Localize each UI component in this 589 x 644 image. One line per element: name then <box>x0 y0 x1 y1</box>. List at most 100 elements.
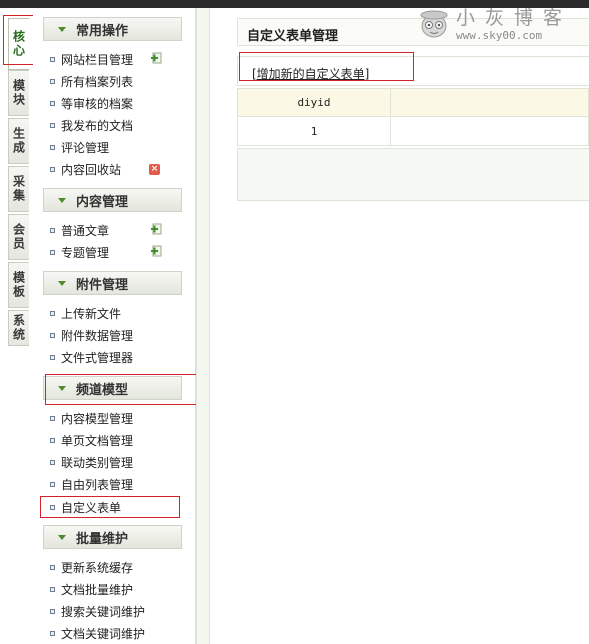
bullet-icon <box>50 630 55 636</box>
left-tab-strip: 核心 模块 生成 采集 会员 模板 系统 <box>0 8 34 644</box>
tab-templates[interactable]: 模板 <box>8 262 29 308</box>
collapse-arrow-icon <box>58 197 66 203</box>
collapse-arrow-icon <box>58 385 66 391</box>
watermark-url: www.sky00.com <box>456 29 543 42</box>
menu-item-label: 网站栏目管理 <box>61 52 134 67</box>
menu-item-single-page[interactable]: 单页文档管理 <box>50 431 133 449</box>
bullet-icon <box>50 504 55 510</box>
menu-item-label: 等审核的档案 <box>61 96 134 111</box>
menu-item-search-keywords[interactable]: 搜索关键词维护 <box>50 602 145 620</box>
menu-item-label: 联动类别管理 <box>61 455 134 470</box>
menu-item-custom-form[interactable]: 自定义表单 <box>50 498 121 516</box>
watermark-text: 小灰博客 <box>456 7 573 29</box>
menu-item-label: 所有档案列表 <box>61 74 134 89</box>
bullet-icon <box>50 166 55 172</box>
menu-item-label: 搜索关键词维护 <box>61 604 146 619</box>
bullet-icon <box>50 332 55 338</box>
menu-item-label: 更新系统缓存 <box>61 560 134 575</box>
bullet-icon <box>50 564 55 570</box>
menu-item-recycle-bin[interactable]: 内容回收站 <box>50 160 121 178</box>
menu-item-label: 普通文章 <box>61 223 110 238</box>
menu-item-batch-documents[interactable]: 文档批量维护 <box>50 580 133 598</box>
menu-item-free-list[interactable]: 自由列表管理 <box>50 475 133 493</box>
section-header-content[interactable]: 内容管理 <box>43 188 182 212</box>
column-header-empty <box>390 88 589 117</box>
menu-item-topics[interactable]: 专题管理 <box>50 243 109 261</box>
site-watermark: 小灰博客 www.sky00.com <box>416 3 586 43</box>
menu-item-label: 评论管理 <box>61 140 110 155</box>
menu-item-articles[interactable]: 普通文章 <box>50 221 109 239</box>
cell-diyid: 1 <box>237 116 391 146</box>
bullet-icon <box>50 144 55 150</box>
tab-modules[interactable]: 模块 <box>8 70 29 116</box>
menu-item-column-manage[interactable]: 网站栏目管理 <box>50 50 133 68</box>
bullet-icon <box>50 608 55 614</box>
menu-item-all-archives[interactable]: 所有档案列表 <box>50 72 133 90</box>
tab-collect[interactable]: 采集 <box>8 166 29 212</box>
bullet-icon <box>50 415 55 421</box>
menu-item-comments[interactable]: 评论管理 <box>50 138 109 156</box>
menu-item-attachment-data[interactable]: 附件数据管理 <box>50 326 133 344</box>
menu-item-label: 附件数据管理 <box>61 328 134 343</box>
menu-item-document-keywords[interactable]: 文档关键词维护 <box>50 624 145 642</box>
bullet-icon <box>50 122 55 128</box>
bullet-icon <box>50 227 55 233</box>
clear-icon[interactable]: × <box>149 164 160 175</box>
section-title: 频道模型 <box>76 382 129 398</box>
menu-item-label: 自定义表单 <box>61 500 122 515</box>
section-header-batch-maintenance[interactable]: 批量维护 <box>43 525 182 549</box>
side-menu: 常用操作 网站栏目管理 所有档案列表 等审核的档案 我发布的文档 评论管理 内容… <box>33 8 196 644</box>
menu-item-label: 专题管理 <box>61 245 110 260</box>
bullet-icon <box>50 100 55 106</box>
collapse-arrow-icon <box>58 534 66 540</box>
add-icon[interactable] <box>151 52 163 64</box>
section-title: 常用操作 <box>76 23 129 39</box>
tab-generate[interactable]: 生成 <box>8 118 29 164</box>
section-title: 内容管理 <box>76 194 129 210</box>
bullet-icon <box>50 437 55 443</box>
menu-item-file-manager[interactable]: 文件式管理器 <box>50 348 133 366</box>
bullet-icon <box>50 249 55 255</box>
menu-item-label: 内容模型管理 <box>61 411 134 426</box>
menu-item-label: 文档关键词维护 <box>61 626 146 641</box>
add-icon[interactable] <box>151 223 163 235</box>
bullet-icon <box>50 354 55 360</box>
menu-item-update-cache[interactable]: 更新系统缓存 <box>50 558 133 576</box>
table-row[interactable]: 1 <box>237 116 589 146</box>
collapse-arrow-icon <box>58 26 66 32</box>
section-header-channel-model[interactable]: 频道模型 <box>43 376 182 400</box>
collapse-arrow-icon <box>58 280 66 286</box>
add-form-bar: [增加新的自定义表单] <box>237 56 589 86</box>
tab-core[interactable]: 核心 <box>8 18 29 70</box>
section-header-common[interactable]: 常用操作 <box>43 17 182 41</box>
add-custom-form-link[interactable]: [增加新的自定义表单] <box>252 65 369 82</box>
column-header-diyid: diyid <box>237 88 391 117</box>
menu-item-my-documents[interactable]: 我发布的文档 <box>50 116 133 134</box>
menu-item-label: 我发布的文档 <box>61 118 134 133</box>
menu-item-label: 单页文档管理 <box>61 433 134 448</box>
custom-form-table: diyid 1 <box>237 88 589 146</box>
menu-item-label: 内容回收站 <box>61 162 122 177</box>
menu-item-pending-archives[interactable]: 等审核的档案 <box>50 94 133 112</box>
table-footer-box <box>237 148 589 201</box>
menu-item-label: 自由列表管理 <box>61 477 134 492</box>
tab-system[interactable]: 系统 <box>8 310 29 346</box>
menu-item-linkage-category[interactable]: 联动类别管理 <box>50 453 133 471</box>
add-icon[interactable] <box>151 245 163 257</box>
section-header-attachments[interactable]: 附件管理 <box>43 271 182 295</box>
frame-divider[interactable] <box>196 8 210 644</box>
menu-item-content-model[interactable]: 内容模型管理 <box>50 409 133 427</box>
bullet-icon <box>50 56 55 62</box>
section-title: 附件管理 <box>76 277 129 293</box>
tab-members[interactable]: 会员 <box>8 214 29 260</box>
main-panel: 自定义表单管理 小灰博客 www.sky00.com [增加新的自定义表单] d… <box>211 7 589 644</box>
menu-item-label: 文件式管理器 <box>61 350 134 365</box>
section-title: 批量维护 <box>76 531 129 547</box>
cell-empty <box>390 116 589 146</box>
table-header-row: diyid <box>237 88 589 117</box>
bullet-icon <box>50 586 55 592</box>
menu-item-upload-file[interactable]: 上传新文件 <box>50 304 121 322</box>
bullet-icon <box>50 481 55 487</box>
mascot-icon <box>420 10 448 38</box>
bullet-icon <box>50 459 55 465</box>
